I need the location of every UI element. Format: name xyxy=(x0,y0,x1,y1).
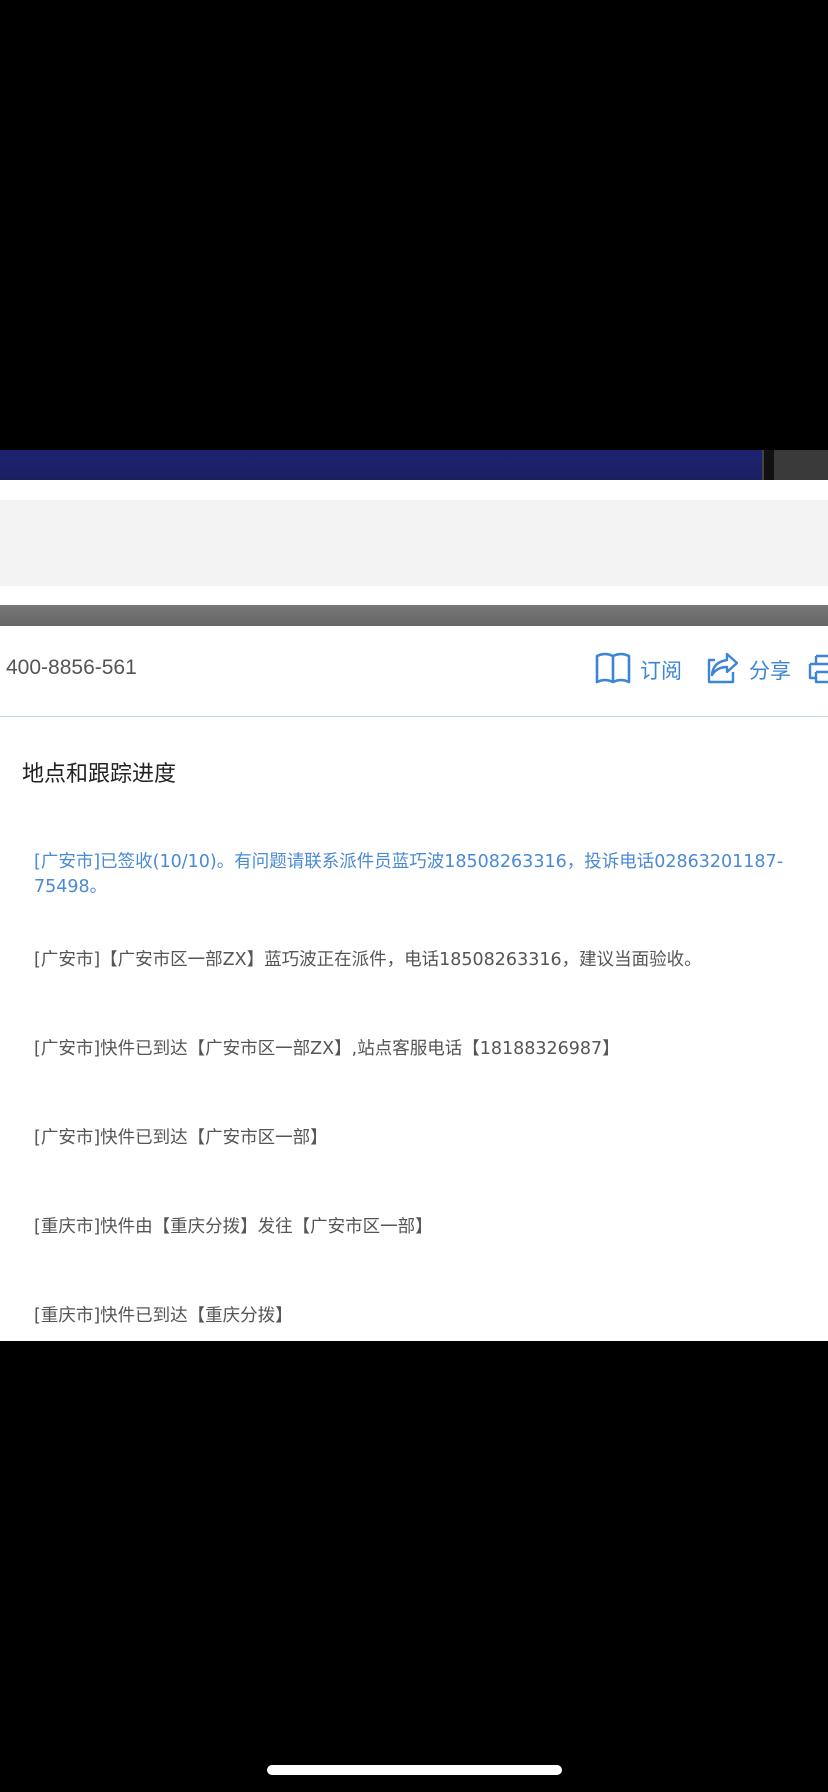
print-button[interactable] xyxy=(808,650,828,690)
hotline-number: 400-8856-561 xyxy=(6,656,137,679)
tracking-panel: 400-8856-561 订阅 分享 地点和跟踪进度 [广安市]已签收(10/1… xyxy=(0,626,828,1341)
book-icon xyxy=(594,650,632,690)
tracking-event: [广安市]快件已到达【广安市区一部】 xyxy=(34,1128,328,1148)
top-banner xyxy=(0,450,762,480)
share-label: 分享 xyxy=(749,659,791,683)
subscribe-button[interactable]: 订阅 xyxy=(594,650,682,690)
tracking-event: [重庆市]快件由【重庆分拨】发往【广安市区一部】 xyxy=(34,1217,433,1237)
banner-side xyxy=(774,450,828,480)
share-icon xyxy=(705,650,741,690)
share-button[interactable]: 分享 xyxy=(705,650,791,690)
subscribe-label: 订阅 xyxy=(640,659,682,683)
grey-panel xyxy=(0,500,828,586)
tracking-title: 地点和跟踪进度 xyxy=(22,762,177,787)
spacer xyxy=(0,586,828,605)
section-bar xyxy=(0,605,828,626)
home-indicator[interactable] xyxy=(267,1765,562,1775)
toolbar: 400-8856-561 订阅 分享 xyxy=(0,626,828,717)
spacer xyxy=(0,480,828,500)
tracking-event: [广安市]快件已到达【广安市区一部ZX】,站点客服电话【18188326987】 xyxy=(34,1039,620,1059)
tracking-event: [重庆市]快件已到达【重庆分拨】 xyxy=(34,1306,293,1326)
screen: 400-8856-561 订阅 分享 地点和跟踪进度 [广安市]已签收(10/1… xyxy=(0,0,828,1792)
print-icon xyxy=(808,650,828,690)
tracking-event: [广安市]已签收(10/10)。有问题请联系派件员蓝巧波18508263316，… xyxy=(34,852,784,897)
tracking-event: [广安市]【广安市区一部ZX】蓝巧波正在派件，电话18508263316，建议当… xyxy=(34,950,702,970)
